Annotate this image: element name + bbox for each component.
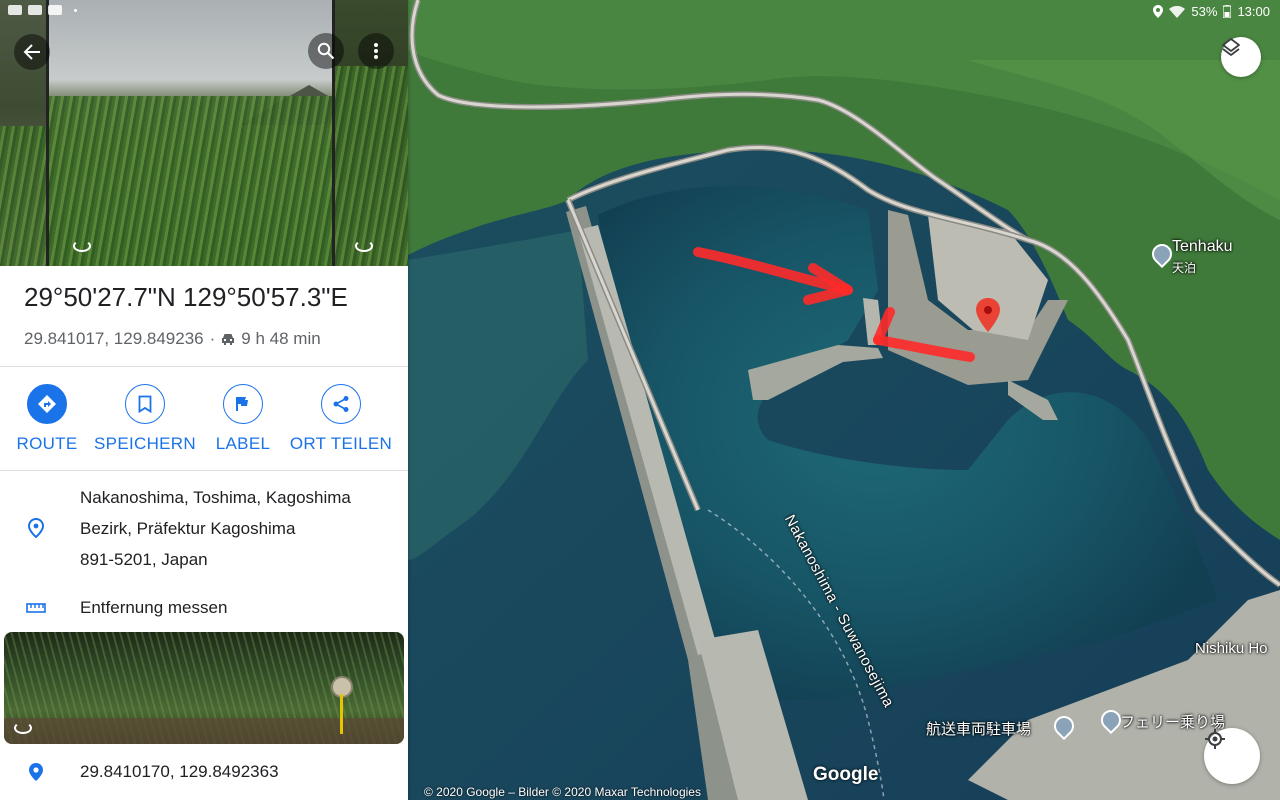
directions-icon [38,395,56,413]
panorama-icon [14,722,32,734]
address-line-1: Nakanoshima, Toshima, Kagoshima [80,488,351,507]
photo-vegetation [335,66,408,266]
street-view-pole [340,694,343,734]
action-bar: ROUTE SPEICHERN LABEL ORT TEILEN [0,384,408,460]
drive-time: 9 h 48 min [241,329,321,348]
battery-icon [1223,5,1232,18]
label-label: LABEL [215,434,271,453]
street-view-road [4,718,404,744]
back-arrow-icon [23,44,40,60]
battery-percent: 53% [1191,4,1218,19]
location-status-icon [1153,5,1164,18]
plus-code-row[interactable]: 29.8410170, 129.8492363 [0,756,408,788]
photo-main[interactable] [49,0,332,266]
panorama-icon [73,240,91,252]
save-button[interactable]: SPEICHERN [90,384,200,454]
ruler-icon [24,596,48,620]
share-label: ORT TEILEN [289,434,393,453]
address-row[interactable]: Nakanoshima, Toshima, Kagoshima Bezirk, … [0,481,408,577]
address-text: Nakanoshima, Toshima, Kagoshima Bezirk, … [80,482,351,575]
notification-icons [8,5,77,15]
address-line-2: Bezirk, Präfektur Kagoshima [80,519,296,538]
parking-label[interactable]: 航送車両駐車場 [926,718,1031,739]
back-button[interactable] [14,34,50,70]
car-icon [222,334,235,345]
divider [0,470,408,471]
photo-vegetation [49,96,332,266]
tenhaku-jp-label[interactable]: 天泊 [1172,259,1196,276]
satellite-imagery [408,0,1280,800]
youtube-notification-icon [8,5,22,15]
share-button[interactable]: ORT TEILEN [286,384,396,454]
street-view-preview[interactable] [4,632,404,744]
nishiku-label[interactable]: Nishiku Ho [1195,640,1268,657]
tenhaku-label[interactable]: Tenhaku [1172,238,1233,256]
photo-vegetation [0,126,46,266]
flag-icon [236,397,248,411]
route-label: ROUTE [16,434,78,453]
map-copyright[interactable]: © 2020 Google – Bilder © 2020 Maxar Tech… [424,785,701,799]
system-icons: 53% 13:00 [1153,4,1270,19]
photo-strip[interactable] [0,0,408,266]
wifi-icon [1169,5,1186,18]
address-pin-icon [24,516,48,540]
measure-distance-row[interactable]: Entfernung messen [0,592,408,624]
google-logo: Google [813,764,879,785]
plus-code-text: 29.8410170, 129.8492363 [80,762,279,781]
youtube-notification-icon [28,5,42,15]
my-location-button[interactable] [1204,728,1260,784]
more-options-button[interactable] [358,33,394,69]
save-circle [125,384,165,424]
status-bar: 53% 13:00 [0,0,1280,24]
measure-distance-label: Entfernung messen [80,598,228,617]
search-button[interactable] [308,33,344,69]
location-pin-icon [24,760,48,784]
more-vert-icon [374,43,378,59]
place-title: 29°50'27.7"N 129°50'57.3"E [24,282,348,312]
place-panel: 29°50'27.7"N 129°50'57.3"E 29.841017, 12… [0,0,408,800]
satellite-map[interactable]: Tenhaku 天泊 Nakanoshima - Suwanosejima Ni… [408,0,1280,800]
share-circle [321,384,361,424]
route-button[interactable]: ROUTE [0,384,102,454]
my-location-icon [1205,729,1225,749]
bookmark-icon [138,395,152,413]
place-subtitle: 29.841017, 129.849236 · 9 h 48 min [24,329,321,349]
share-icon [333,396,349,412]
search-icon [317,42,335,60]
label-button[interactable]: LABEL [188,384,298,454]
more-notifications-icon [74,8,77,12]
separator: · [209,329,216,348]
save-label: SPEICHERN [94,434,196,453]
youtube-notification-icon [48,5,62,15]
map-layers-button[interactable] [1221,37,1261,77]
address-line-3: 891-5201, Japan [80,550,208,569]
label-circle [223,384,263,424]
panorama-icon [355,240,373,252]
route-circle [27,384,67,424]
divider [0,366,408,367]
layers-icon [1222,38,1240,56]
decimal-coordinates: 29.841017, 129.849236 [24,329,204,348]
clock: 13:00 [1237,4,1270,19]
